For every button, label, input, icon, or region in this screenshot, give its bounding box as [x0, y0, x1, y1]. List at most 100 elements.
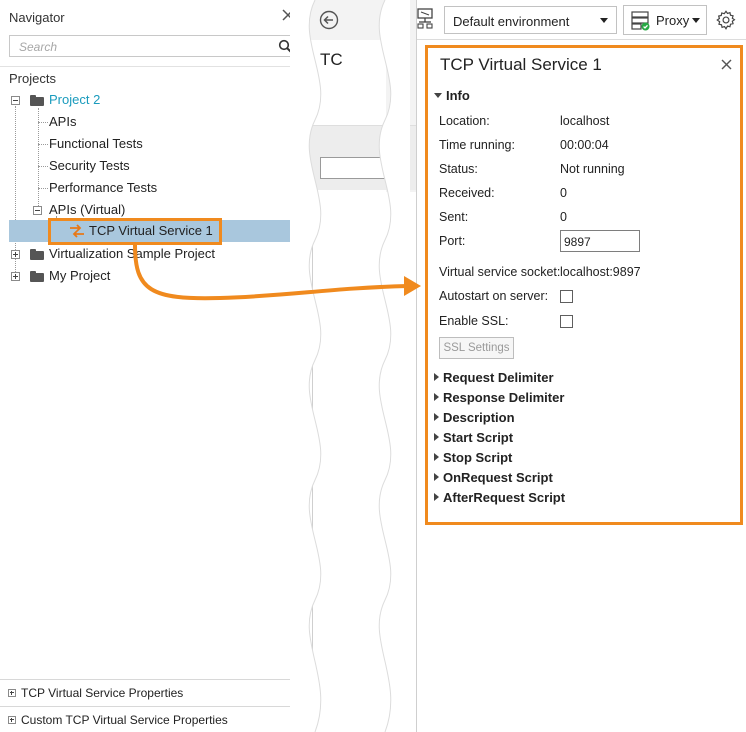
- virtual-service-icon: [70, 224, 84, 238]
- section-response-delimiter[interactable]: Response Delimiter: [434, 390, 564, 405]
- time-running-value: 00:00:04: [560, 138, 609, 152]
- divider: [0, 66, 307, 67]
- section-onrequest-script[interactable]: OnRequest Script: [434, 470, 553, 485]
- details-area: Default environment Proxy TCP Virtual Se…: [416, 0, 746, 732]
- expand-triangle-icon: [434, 453, 439, 461]
- tree-item-security-tests[interactable]: Security Tests: [49, 155, 130, 177]
- folder-icon: [30, 95, 44, 106]
- search-input[interactable]: Search: [9, 35, 298, 57]
- section-description[interactable]: Description: [434, 410, 515, 425]
- expand-icon[interactable]: [8, 689, 16, 697]
- toolbar: Default environment Proxy: [417, 0, 746, 40]
- expand-triangle-icon: [434, 413, 439, 421]
- expand-icon[interactable]: [8, 716, 16, 724]
- section-stop-script[interactable]: Stop Script: [434, 450, 512, 465]
- tree-item-label: Project 2: [49, 92, 101, 107]
- ssl-settings-button[interactable]: SSL Settings: [439, 337, 514, 359]
- tree-line: [38, 144, 48, 145]
- details-title: TCP Virtual Service 1: [440, 55, 602, 74]
- close-icon[interactable]: [721, 59, 732, 70]
- port-field[interactable]: 9897: [560, 230, 640, 252]
- expand-triangle-icon: [434, 433, 439, 441]
- expand-triangle-icon: [434, 493, 439, 501]
- time-running-label: Time running:: [439, 138, 515, 152]
- received-value: 0: [560, 186, 567, 200]
- sent-label: Sent:: [439, 210, 469, 224]
- chevron-down-icon: [600, 18, 608, 23]
- tree-item-label: My Project: [49, 268, 111, 283]
- autostart-checkbox[interactable]: [560, 290, 573, 303]
- tree-item-project-2[interactable]: Project 2: [10, 89, 210, 111]
- tree-item-label: Performance Tests: [49, 180, 158, 195]
- port-value: 9897: [564, 235, 591, 249]
- gear-icon[interactable]: [715, 9, 737, 31]
- tree-item-tcp-virtual-service-1[interactable]: TCP Virtual Service 1: [9, 220, 298, 242]
- environment-icon[interactable]: [417, 8, 433, 30]
- location-value: localhost: [560, 114, 610, 128]
- tree-line: [38, 188, 48, 189]
- navigator-title: Navigator: [9, 10, 65, 25]
- panel-label: TCP Virtual Service Properties: [21, 686, 184, 700]
- expand-triangle-icon: [434, 373, 439, 381]
- enable-ssl-label: Enable SSL:: [439, 314, 509, 328]
- properties-panel-custom[interactable]: Custom TCP Virtual Service Properties: [0, 706, 307, 732]
- collapse-icon[interactable]: [11, 96, 20, 105]
- tree-item-label: Security Tests: [49, 158, 130, 173]
- tree-item-functional-tests[interactable]: Functional Tests: [49, 133, 143, 155]
- tree-item-label: Functional Tests: [49, 136, 143, 151]
- proxy-icon: [631, 11, 650, 31]
- section-label: AfterRequest Script: [443, 490, 566, 505]
- section-start-script[interactable]: Start Script: [434, 430, 513, 445]
- section-label: OnRequest Script: [443, 470, 553, 485]
- status-value: Not running: [560, 162, 625, 176]
- search-placeholder: Search: [19, 40, 58, 54]
- projects-label: Projects: [9, 71, 56, 86]
- folder-icon: [30, 249, 44, 260]
- environment-value: Default environment: [453, 14, 570, 29]
- tree-item-label: APIs: [49, 114, 77, 129]
- chevron-down-icon: [692, 18, 700, 23]
- sent-value: 0: [560, 210, 567, 224]
- section-label: Request Delimiter: [443, 370, 554, 385]
- proxy-button[interactable]: Proxy: [623, 5, 707, 35]
- socket-value: localhost:9897: [560, 265, 641, 279]
- tree-item-performance-tests[interactable]: Performance Tests: [49, 177, 157, 199]
- received-label: Received:: [439, 186, 495, 200]
- environment-select[interactable]: Default environment: [444, 6, 617, 34]
- tree-item-my-project[interactable]: My Project: [10, 265, 160, 287]
- enable-ssl-checkbox[interactable]: [560, 315, 573, 328]
- expand-icon[interactable]: [11, 250, 20, 259]
- tree-item-virtualization-sample-project[interactable]: Virtualization Sample Project: [10, 243, 240, 265]
- section-request-delimiter[interactable]: Request Delimiter: [434, 370, 554, 385]
- tree-line: [38, 108, 39, 212]
- expand-triangle-icon: [434, 473, 439, 481]
- folder-icon: [30, 271, 44, 282]
- expand-icon[interactable]: [11, 272, 20, 281]
- proxy-label: Proxy: [656, 13, 690, 28]
- panel-label: Custom TCP Virtual Service Properties: [21, 713, 228, 727]
- section-label: Start Script: [443, 430, 514, 445]
- cut-divider: [290, 0, 410, 732]
- expand-triangle-icon: [434, 393, 439, 401]
- tree-item-label: Virtualization Sample Project: [49, 246, 215, 261]
- collapse-icon[interactable]: [33, 206, 42, 215]
- section-label: Response Delimiter: [443, 390, 565, 405]
- section-afterrequest-script[interactable]: AfterRequest Script: [434, 490, 565, 505]
- tree-item-label: APIs (Virtual): [49, 202, 126, 217]
- location-label: Location:: [439, 114, 490, 128]
- tree-line: [38, 166, 48, 167]
- autostart-label: Autostart on server:: [439, 289, 549, 303]
- service-details-panel: TCP Virtual Service 1 Info Location: loc…: [425, 45, 743, 525]
- socket-label: Virtual service socket:: [439, 265, 561, 279]
- section-label: Info: [446, 88, 470, 103]
- properties-panel-tcp[interactable]: TCP Virtual Service Properties: [0, 679, 307, 705]
- tree-item-apis[interactable]: APIs: [49, 111, 76, 133]
- tree-item-apis-virtual[interactable]: APIs (Virtual): [32, 199, 182, 221]
- section-info[interactable]: Info: [434, 88, 470, 103]
- section-label: Description: [443, 410, 515, 425]
- tree-item-label: TCP Virtual Service 1: [89, 223, 213, 238]
- port-label: Port:: [439, 234, 466, 248]
- status-label: Status:: [439, 162, 478, 176]
- collapse-triangle-icon: [434, 93, 442, 98]
- section-label: Stop Script: [443, 450, 513, 465]
